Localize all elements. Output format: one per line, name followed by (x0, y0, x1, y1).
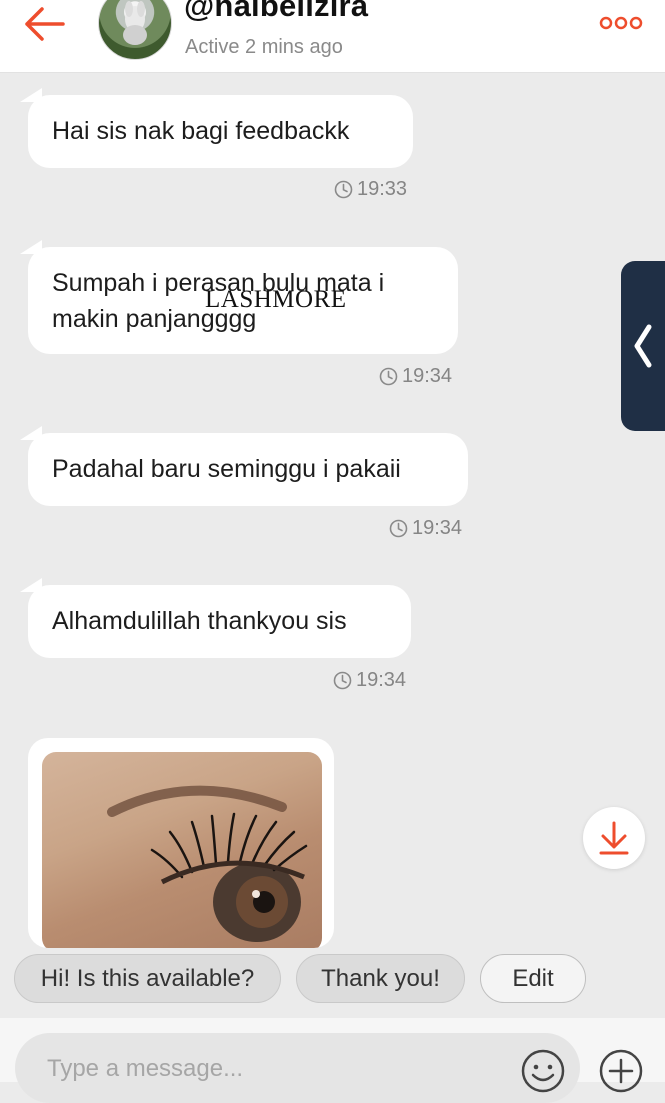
message-text: Padahal baru seminggu i pakaii (52, 455, 401, 483)
download-arrow-icon (599, 821, 629, 855)
clock-icon (389, 519, 408, 538)
avatar[interactable] (98, 0, 172, 60)
clock-icon (333, 671, 352, 690)
message-bubble: Sumpah i perasan bulu mata i makin panja… (20, 240, 458, 354)
quick-reply-edit-button[interactable]: Edit (480, 954, 586, 1003)
side-panel-handle[interactable] (621, 261, 665, 431)
message-text: makin panjangggg (52, 305, 257, 333)
plus-circle-icon[interactable] (598, 1048, 644, 1094)
chat-header: @naibellzira Active 2 mins ago (0, 0, 665, 73)
message-text: Alhamdulillah thankyou sis (52, 607, 347, 635)
timestamp-text: 19:34 (412, 517, 463, 539)
clock-icon (334, 180, 353, 199)
quick-reply-available[interactable]: Hi! Is this available? (14, 954, 281, 1003)
message-timestamp: 19:34 (379, 365, 452, 388)
emoji-icon[interactable] (520, 1048, 566, 1094)
timestamp-text: 19:34 (402, 365, 453, 387)
scroll-to-bottom-button[interactable] (583, 807, 645, 869)
active-status: Active 2 mins ago (185, 36, 343, 58)
image-message[interactable] (28, 738, 334, 948)
chevron-left-icon (634, 324, 652, 368)
message-composer: Type a message... (0, 1018, 665, 1103)
message-timestamp: 19:33 (334, 178, 407, 201)
clock-icon (379, 367, 398, 386)
input-placeholder: Type a message... (47, 1055, 244, 1082)
message-text: Sumpah i perasan bulu mata i (52, 269, 385, 297)
message-timestamp: 19:34 (389, 517, 462, 540)
back-arrow-icon[interactable] (22, 4, 66, 44)
message-bubble: Alhamdulillah thankyou sis (20, 578, 411, 658)
timestamp-text: 19:33 (357, 178, 408, 200)
message-bubble: Padahal baru seminggu i pakaii (20, 426, 468, 506)
message-text: Hai sis nak bagi feedbackk (52, 117, 350, 145)
message-bubble: Hai sis nak bagi feedbackk (20, 88, 413, 168)
eyelash-photo[interactable] (42, 752, 322, 948)
message-timestamp: 19:34 (333, 669, 406, 692)
chat-username[interactable]: @naibellzira (184, 0, 368, 24)
more-dots-icon[interactable] (598, 13, 644, 33)
quick-reply-thanks[interactable]: Thank you! (296, 954, 465, 1003)
message-input[interactable]: Type a message... (15, 1033, 580, 1103)
timestamp-text: 19:34 (356, 669, 407, 691)
